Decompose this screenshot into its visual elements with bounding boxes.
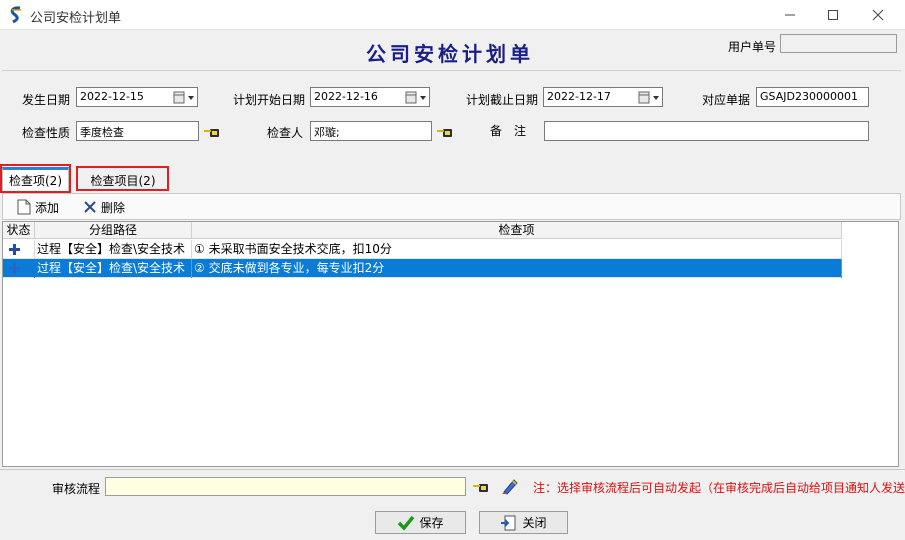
window-titlebar: 公司安检计划单	[0, 0, 905, 30]
occur-date-label: 发生日期	[22, 93, 71, 107]
close-window-button[interactable]	[856, 0, 900, 30]
add-button[interactable]: 添加	[17, 198, 59, 216]
table-row[interactable]: 过程【安全】检查\安全技术 ① 未采取书面安全技术交底，扣10分	[3, 240, 842, 259]
pointing-hand-icon[interactable]	[203, 125, 221, 139]
delete-button-label: 删除	[101, 200, 126, 215]
column-header-group-path[interactable]: 分组路径	[35, 222, 192, 239]
new-document-icon	[17, 199, 31, 215]
plan-start-date-picker-button[interactable]	[405, 91, 429, 104]
user-no-label: 用户单号	[728, 40, 777, 54]
table-row-selected[interactable]: 过程【安全】检查\安全技术 ② 交底未做到各专业，每专业扣2分	[3, 259, 842, 278]
plan-start-label: 计划开始日期	[233, 93, 306, 107]
flow-label: 审核流程	[52, 482, 101, 496]
check-nature-field[interactable]: 季度检查	[76, 121, 199, 141]
footer-divider	[0, 469, 905, 470]
highlight-box-tab-check-projects	[76, 166, 169, 191]
exit-door-icon	[501, 515, 516, 530]
maximize-button[interactable]	[811, 0, 855, 30]
app-logo-icon	[10, 6, 21, 24]
approval-flow-note: 注：选择审核流程后可自动发起（在审核完成后自动给项目通知人发送	[533, 481, 905, 495]
remark-field[interactable]	[544, 121, 869, 141]
close-icon	[872, 9, 884, 21]
group-path-cell: 过程【安全】检查\安全技术	[35, 259, 192, 278]
save-button[interactable]: 保存	[375, 511, 466, 534]
minimize-button[interactable]	[768, 0, 812, 30]
grid-header: 状态 分组路径 检查项	[3, 222, 842, 239]
pointing-hand-icon[interactable]	[472, 480, 490, 494]
highlight-box-tab-check-items	[0, 164, 71, 193]
pointing-hand-icon[interactable]	[436, 125, 454, 139]
grid-toolbar: 添加 删除	[2, 193, 901, 220]
plus-icon	[9, 263, 20, 274]
group-path-cell: 过程【安全】检查\安全技术	[35, 240, 192, 259]
calendar-dropdown-icon	[173, 91, 194, 104]
occur-date-picker-button[interactable]	[173, 91, 197, 104]
window-title: 公司安检计划单	[30, 11, 122, 26]
header-divider	[2, 70, 901, 71]
plan-start-date-field[interactable]: 2022-12-16	[310, 87, 430, 107]
calendar-dropdown-icon	[405, 91, 426, 104]
add-button-label: 添加	[35, 200, 60, 215]
check-item-cell: ② 交底未做到各专业，每专业扣2分	[192, 259, 842, 278]
ref-doc-label: 对应单据	[702, 93, 751, 107]
occur-date-field[interactable]: 2022-12-15	[76, 87, 198, 107]
plan-start-date-value: 2022-12-16	[314, 90, 378, 103]
check-item-cell: ① 未采取书面安全技术交底，扣10分	[192, 240, 842, 259]
plus-icon	[9, 244, 20, 255]
maximize-icon	[828, 10, 838, 20]
inspector-field[interactable]: 邓璇;	[310, 121, 432, 141]
delete-x-icon	[84, 201, 96, 213]
checkmark-icon	[398, 515, 415, 531]
calendar-dropdown-icon	[638, 91, 659, 104]
delete-button[interactable]: 删除	[83, 198, 125, 216]
column-header-check-item[interactable]: 检查项	[192, 222, 842, 239]
check-items-grid[interactable]: 状态 分组路径 检查项 过程【安全】检查\安全技术 ① 未采取书面安全技术交底，…	[2, 221, 899, 467]
close-button[interactable]: 关闭	[479, 511, 568, 534]
edit-pen-icon[interactable]	[501, 477, 519, 495]
plan-end-label: 计划截止日期	[466, 93, 539, 107]
ref-doc-field[interactable]: GSAJD230000001	[756, 87, 869, 107]
occur-date-value: 2022-12-15	[80, 90, 144, 103]
plan-end-date-field[interactable]: 2022-12-17	[543, 87, 663, 107]
check-nature-label: 检查性质	[22, 126, 71, 140]
user-no-field[interactable]	[780, 34, 897, 53]
plan-end-date-value: 2022-12-17	[547, 90, 611, 103]
inspector-label: 检查人	[267, 126, 304, 140]
column-header-status[interactable]: 状态	[3, 222, 35, 239]
save-button-label: 保存	[419, 516, 444, 530]
remark-label: 备 注	[490, 124, 527, 138]
plan-end-date-picker-button[interactable]	[638, 91, 662, 104]
status-cell	[3, 259, 35, 278]
minimize-icon	[785, 14, 795, 16]
approval-flow-field[interactable]	[105, 477, 466, 496]
close-button-label: 关闭	[522, 516, 547, 530]
status-cell	[3, 240, 35, 259]
